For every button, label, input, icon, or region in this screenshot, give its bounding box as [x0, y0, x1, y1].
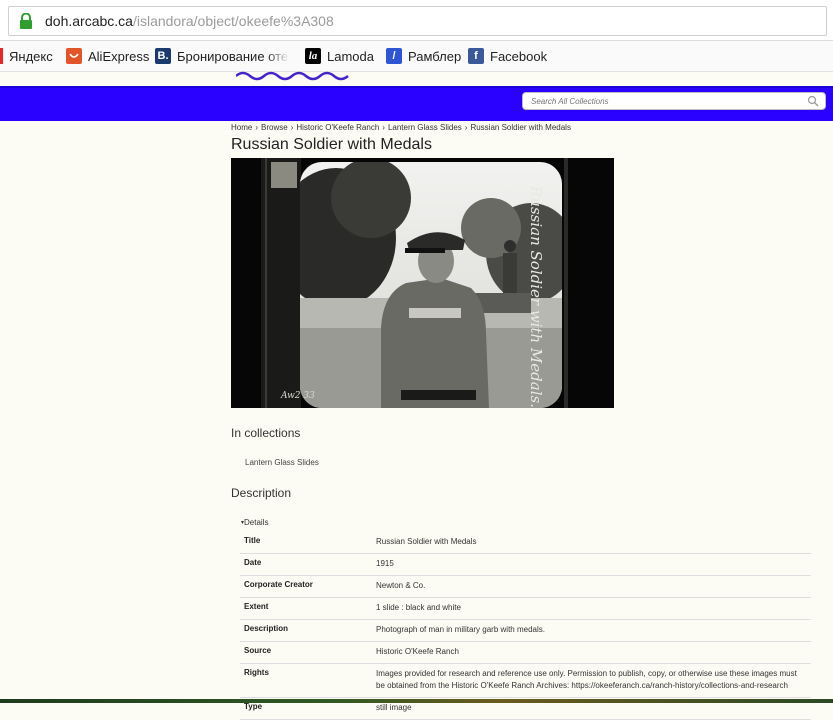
breadcrumb-current: Russian Soldier with Medals [470, 123, 571, 132]
meta-key: Description [240, 619, 372, 642]
bookmark-label: Рамблер [408, 48, 462, 64]
description-heading: Description [231, 486, 292, 500]
bookmark-yandex[interactable]: Яндекс [0, 46, 53, 66]
bookmarks-bar: Яндекс AliExpress B. Бронирование отеле … [0, 41, 833, 72]
bookmark-facebook[interactable]: f Facebook [468, 46, 547, 66]
breadcrumb-lantern-slides[interactable]: Lantern Glass Slides [388, 123, 462, 132]
site-header-bar [0, 86, 833, 121]
breadcrumb: Home › Browse › Historic O'Keefe Ranch › Lante… [231, 123, 571, 132]
url-host: doh.arcabc.ca [45, 13, 133, 29]
table-row: Source Historic O'Keefe Ranch [240, 641, 811, 664]
search-input[interactable] [529, 93, 803, 109]
bookmark-label: AliExpress [88, 48, 150, 64]
metadata-table: Title Russian Soldier with Medals Date 1… [240, 532, 811, 720]
collection-link-lantern-slides[interactable]: Lantern Glass Slides [245, 458, 319, 467]
meta-key: Title [240, 532, 372, 554]
details-toggle-label: Details [244, 518, 269, 527]
url-path: /islandora/object/okeefe%3A308 [132, 13, 334, 29]
search-box [522, 92, 826, 110]
bookmark-label: Facebook [490, 48, 548, 64]
lamoda-icon: la [305, 48, 321, 64]
table-row: Extent 1 slide : black and white [240, 597, 811, 620]
table-row: Corporate Creator Newton & Co. [240, 575, 811, 598]
details-toggle[interactable]: ▾Details [241, 518, 268, 527]
taskbar-edge [0, 699, 833, 703]
yandex-icon [0, 48, 3, 64]
meta-value: 1915 [372, 553, 811, 576]
table-row: Rights Images provided for research and … [240, 663, 811, 698]
meta-value: 1 slide : black and white [372, 597, 811, 620]
meta-value-link: Historic O'Keefe Ranch [372, 641, 811, 664]
facebook-icon: f [468, 48, 484, 64]
source-link[interactable]: Historic O'Keefe Ranch [376, 647, 459, 656]
breadcrumb-okeefe-ranch[interactable]: Historic O'Keefe Ranch [296, 123, 379, 132]
search-icon[interactable] [807, 95, 819, 107]
bookmark-rambler[interactable]: / Рамблер [386, 46, 461, 66]
table-row: Date 1915 [240, 553, 811, 576]
bookmark-label: Lamoda [327, 48, 374, 64]
bookmark-aliexpress[interactable]: AliExpress [66, 46, 149, 66]
object-image[interactable]: Russian Soldier with Medals. Aw2 33 [231, 158, 614, 408]
meta-key: Corporate Creator [240, 575, 372, 598]
meta-value: Russian Soldier with Medals [372, 532, 811, 554]
table-row: Description Photograph of man in militar… [240, 619, 811, 642]
breadcrumb-browse[interactable]: Browse [261, 123, 288, 132]
booking-icon: B. [155, 48, 171, 64]
photo-caption: Russian Soldier with Medals. [527, 185, 545, 408]
bookmark-label: Бронирование отеле [177, 48, 289, 64]
lock-icon [20, 13, 32, 29]
meta-value: Photograph of man in military garb with … [372, 619, 811, 642]
breadcrumb-home[interactable]: Home [231, 123, 252, 132]
meta-key: Rights [240, 663, 372, 698]
meta-key: Source [240, 641, 372, 664]
lantern-slide-graphic: Russian Soldier with Medals. Aw2 33 [231, 158, 614, 408]
aliexpress-icon [66, 48, 82, 64]
meta-key: Date [240, 553, 372, 576]
corporate-creator-link[interactable]: Newton & Co. [376, 581, 425, 590]
table-row: Title Russian Soldier with Medals [240, 532, 811, 554]
rambler-icon: / [386, 48, 402, 64]
url-field[interactable]: doh.arcabc.ca/islandora/object/okeefe%3A… [8, 6, 827, 36]
bookmark-booking[interactable]: B. Бронирование отеле [155, 46, 289, 66]
url-text: doh.arcabc.ca/islandora/object/okeefe%3A… [45, 13, 334, 29]
bookmark-lamoda[interactable]: la Lamoda [305, 46, 374, 66]
photo-corner-mark: Aw2 33 [280, 391, 315, 401]
meta-key: Extent [240, 597, 372, 620]
collections-heading: In collections [231, 426, 301, 440]
logo-wave-icon [236, 71, 349, 81]
page-title: Russian Soldier with Medals [231, 136, 432, 153]
meta-value: Images provided for research and referen… [372, 663, 811, 698]
bookmark-label: Яндекс [9, 48, 53, 64]
meta-value-link: Newton & Co. [372, 575, 811, 598]
browser-address-bar: doh.arcabc.ca/islandora/object/okeefe%3A… [0, 0, 833, 41]
